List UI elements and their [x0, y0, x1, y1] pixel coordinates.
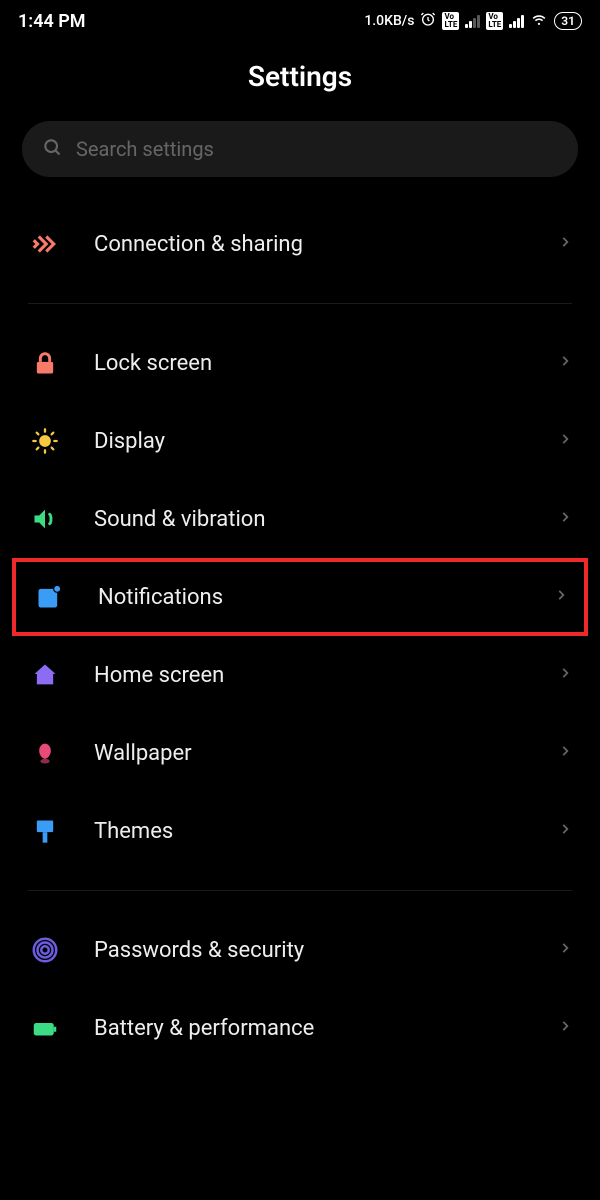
- item-notifications[interactable]: Notifications: [12, 558, 588, 636]
- item-label: Sound & vibration: [94, 507, 526, 532]
- battery-icon: [28, 1011, 62, 1045]
- speaker-icon: [28, 502, 62, 536]
- search-bar[interactable]: [22, 121, 578, 177]
- item-label: Connection & sharing: [94, 232, 526, 257]
- search-input[interactable]: [76, 137, 558, 161]
- alarm-icon: [420, 11, 436, 31]
- item-label: Home screen: [94, 663, 526, 688]
- item-lock-screen[interactable]: Lock screen: [0, 324, 600, 402]
- status-bar: 1:44 PM 1.0KB/s VoLTE VoLTE 31: [0, 0, 600, 42]
- chevron-right-icon: [558, 506, 572, 532]
- brush-icon: [28, 814, 62, 848]
- search-icon: [42, 137, 62, 161]
- chevron-right-icon: [558, 350, 572, 376]
- fingerprint-icon: [28, 933, 62, 967]
- item-battery-performance[interactable]: Battery & performance: [0, 989, 600, 1067]
- item-display[interactable]: Display: [0, 402, 600, 480]
- chevron-right-icon: [558, 818, 572, 844]
- item-label: Passwords & security: [94, 938, 526, 963]
- status-right: 1.0KB/s VoLTE VoLTE 31: [364, 10, 582, 32]
- chevron-right-icon: [558, 937, 572, 963]
- item-label: Themes: [94, 819, 526, 844]
- item-label: Battery & performance: [94, 1016, 526, 1041]
- data-rate: 1.0KB/s: [364, 13, 414, 29]
- item-wallpaper[interactable]: Wallpaper: [0, 714, 600, 792]
- chevron-right-icon: [558, 1015, 572, 1041]
- status-time: 1:44 PM: [18, 11, 86, 32]
- item-label: Display: [94, 429, 526, 454]
- volte-icon-1: VoLTE: [442, 12, 459, 30]
- wifi-icon: [530, 10, 548, 32]
- item-connection-sharing[interactable]: Connection & sharing: [0, 205, 600, 283]
- volte-icon-2: VoLTE: [486, 12, 503, 30]
- item-themes[interactable]: Themes: [0, 792, 600, 870]
- lock-icon: [28, 346, 62, 380]
- item-label: Notifications: [98, 585, 522, 610]
- battery-icon: 31: [554, 12, 582, 30]
- item-home-screen[interactable]: Home screen: [0, 636, 600, 714]
- chevron-right-icon: [558, 740, 572, 766]
- connection-icon: [28, 227, 62, 261]
- signal-icon-1: [465, 14, 480, 28]
- item-label: Lock screen: [94, 351, 526, 376]
- signal-icon-2: [509, 14, 524, 28]
- chevron-right-icon: [558, 662, 572, 688]
- sun-icon: [28, 424, 62, 458]
- item-sound-vibration[interactable]: Sound & vibration: [0, 480, 600, 558]
- item-passwords-security[interactable]: Passwords & security: [0, 911, 600, 989]
- page-title: Settings: [0, 60, 600, 93]
- flower-icon: [28, 736, 62, 770]
- divider: [28, 303, 572, 304]
- notifications-icon: [32, 580, 66, 614]
- divider: [28, 890, 572, 891]
- chevron-right-icon: [558, 231, 572, 257]
- item-label: Wallpaper: [94, 741, 526, 766]
- chevron-right-icon: [554, 584, 568, 610]
- chevron-right-icon: [558, 428, 572, 454]
- home-icon: [28, 658, 62, 692]
